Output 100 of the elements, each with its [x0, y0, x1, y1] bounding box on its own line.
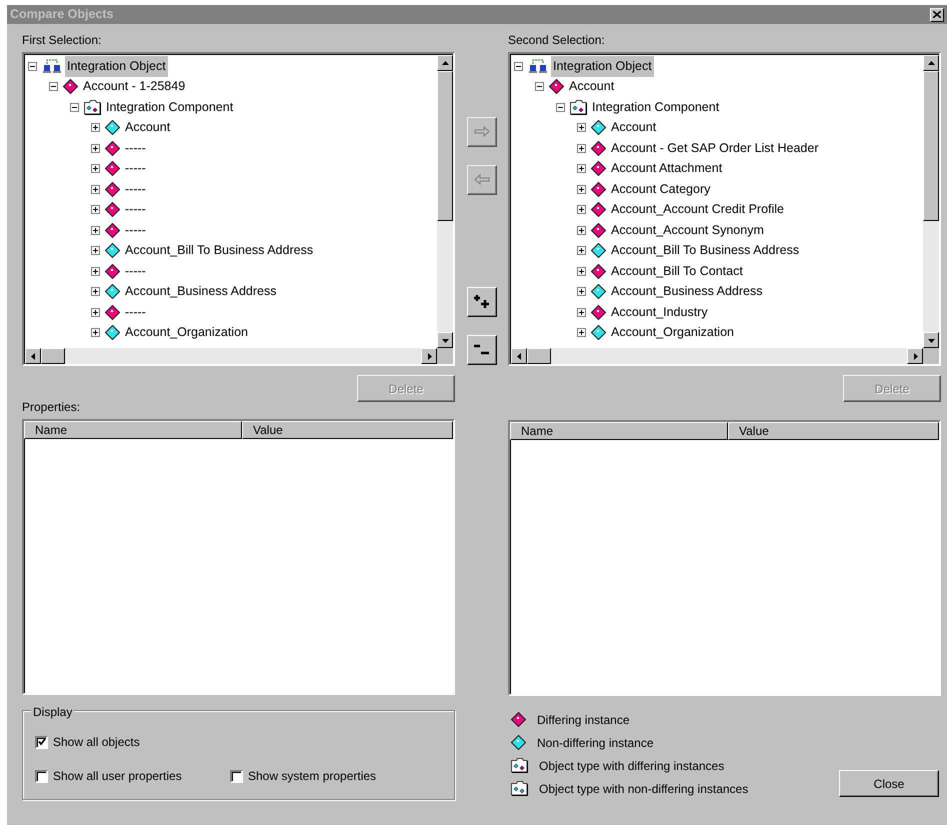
arrow-icon: [442, 60, 448, 66]
arrow-icon: [928, 336, 934, 344]
tree-item[interactable]: Account Attachment: [609, 158, 724, 180]
tree-item[interactable]: Account_Account Credit Profile: [609, 199, 786, 220]
scroll-thumb[interactable]: [527, 348, 551, 364]
checkbox[interactable]: [230, 770, 243, 782]
expand-icon[interactable]: [577, 123, 586, 132]
vertical-scrollbar[interactable]: [437, 55, 453, 348]
checkbox-label[interactable]: Show all user properties: [53, 767, 182, 785]
expand-icon[interactable]: [91, 144, 100, 153]
expand-icon[interactable]: [91, 184, 100, 194]
expand-icon[interactable]: [577, 184, 586, 194]
expand-icon[interactable]: [577, 164, 586, 174]
legend-label: Object type with non-differing instances: [539, 780, 748, 798]
tree-item[interactable]: Account_Bill To Contact: [609, 260, 745, 282]
arrow-right-icon: [472, 125, 490, 139]
tree-item[interactable]: Account: [123, 117, 172, 138]
minus-button[interactable]: [466, 335, 496, 365]
tree-item[interactable]: Integration Component: [104, 96, 236, 118]
tree-item[interactable]: -----: [123, 199, 148, 220]
column-header[interactable]: Name: [510, 422, 728, 440]
arrow-icon: [912, 352, 918, 360]
tree-item[interactable]: Account_Industry: [609, 302, 710, 323]
tree-item[interactable]: -----: [123, 220, 148, 241]
tree-item[interactable]: -----: [123, 260, 148, 282]
tree-item[interactable]: Account_Business Address: [123, 281, 278, 302]
expand-icon[interactable]: [91, 287, 100, 296]
scrollbar-corner: [923, 348, 939, 364]
close-icon[interactable]: [930, 8, 944, 22]
properties-label: Properties:: [22, 400, 82, 416]
expand-icon[interactable]: [577, 266, 586, 276]
vertical-scrollbar[interactable]: [923, 55, 939, 348]
collapse-icon[interactable]: [556, 102, 565, 112]
arrow-left-icon: [472, 173, 490, 187]
expand-icon[interactable]: [577, 328, 586, 338]
tree-item[interactable]: Account_Organization: [123, 322, 250, 344]
legend-label: Differing instance: [537, 712, 630, 728]
expand-icon[interactable]: [91, 205, 100, 214]
expand-icon[interactable]: [577, 226, 586, 235]
plus-icon: [472, 295, 490, 309]
expand-icon[interactable]: [577, 308, 586, 317]
tree-item[interactable]: -----: [123, 302, 148, 323]
expand-icon[interactable]: [91, 123, 100, 132]
tree-item[interactable]: Account_Bill To Business Address: [123, 240, 316, 262]
scroll-thumb[interactable]: [437, 71, 453, 221]
column-header[interactable]: Value: [728, 422, 939, 440]
expand-icon[interactable]: [91, 226, 100, 235]
expand-icon[interactable]: [91, 328, 100, 338]
collapse-icon[interactable]: [28, 62, 37, 71]
checkbox-label[interactable]: Show system properties: [248, 767, 376, 785]
scrollbar-corner: [437, 348, 453, 364]
tree-item[interactable]: Integration Component: [590, 96, 722, 118]
tree-item[interactable]: -----: [123, 138, 148, 159]
expand-icon[interactable]: [91, 266, 100, 276]
column-header[interactable]: Value: [242, 421, 453, 439]
scroll-thumb[interactable]: [41, 348, 65, 364]
minus-icon: [472, 343, 490, 357]
tree-item[interactable]: Account Category: [609, 178, 712, 200]
legend-label: Non-differing instance: [537, 734, 654, 752]
tree-item[interactable]: Account_Business Address: [609, 281, 764, 302]
check-icon: [38, 738, 46, 746]
arrow-icon: [442, 336, 448, 344]
expand-icon[interactable]: [577, 144, 586, 153]
tree-item[interactable]: Integration Object: [551, 56, 654, 77]
section-label: Second Selection:: [508, 32, 606, 49]
network-icon: [42, 58, 62, 74]
tree-item[interactable]: Account - Get SAP Order List Header: [609, 138, 821, 159]
tree-item[interactable]: Account: [609, 117, 658, 138]
tree-item[interactable]: -----: [123, 158, 148, 180]
collapse-icon[interactable]: [535, 82, 544, 92]
expand-icon[interactable]: [577, 287, 586, 296]
arrow-icon: [426, 352, 432, 360]
expand-icon[interactable]: [91, 308, 100, 317]
column-header[interactable]: Name: [24, 421, 242, 439]
checkbox[interactable]: [35, 736, 48, 748]
window-title: Compare Objects: [10, 6, 114, 24]
arrow-icon: [30, 352, 36, 360]
horizontal-scrollbar[interactable]: [511, 348, 923, 364]
tree-item[interactable]: Account - 1-25849: [81, 76, 188, 98]
collapse-icon[interactable]: [514, 62, 523, 71]
tree-item[interactable]: Account_Account Synonym: [609, 220, 766, 241]
collapse-icon[interactable]: [70, 102, 79, 112]
plus-button[interactable]: [466, 287, 496, 317]
expand-icon[interactable]: [91, 246, 100, 256]
tree-item[interactable]: Account_Organization: [609, 322, 736, 344]
arrow-icon: [516, 352, 522, 360]
tree-item[interactable]: -----: [123, 178, 148, 200]
tree-item[interactable]: Account_Bill To Business Address: [609, 240, 802, 262]
scroll-thumb[interactable]: [923, 71, 939, 221]
close-button[interactable]: Close: [839, 770, 939, 797]
tree-item[interactable]: Integration Object: [65, 56, 168, 77]
tree-item[interactable]: Account: [567, 76, 616, 98]
collapse-icon[interactable]: [49, 82, 58, 92]
legend-label: Object type with differing instances: [539, 758, 724, 774]
checkbox[interactable]: [35, 770, 48, 782]
horizontal-scrollbar[interactable]: [25, 348, 437, 364]
checkbox-label[interactable]: Show all objects: [53, 733, 140, 751]
expand-icon[interactable]: [91, 164, 100, 174]
expand-icon[interactable]: [577, 205, 586, 214]
expand-icon[interactable]: [577, 246, 586, 256]
